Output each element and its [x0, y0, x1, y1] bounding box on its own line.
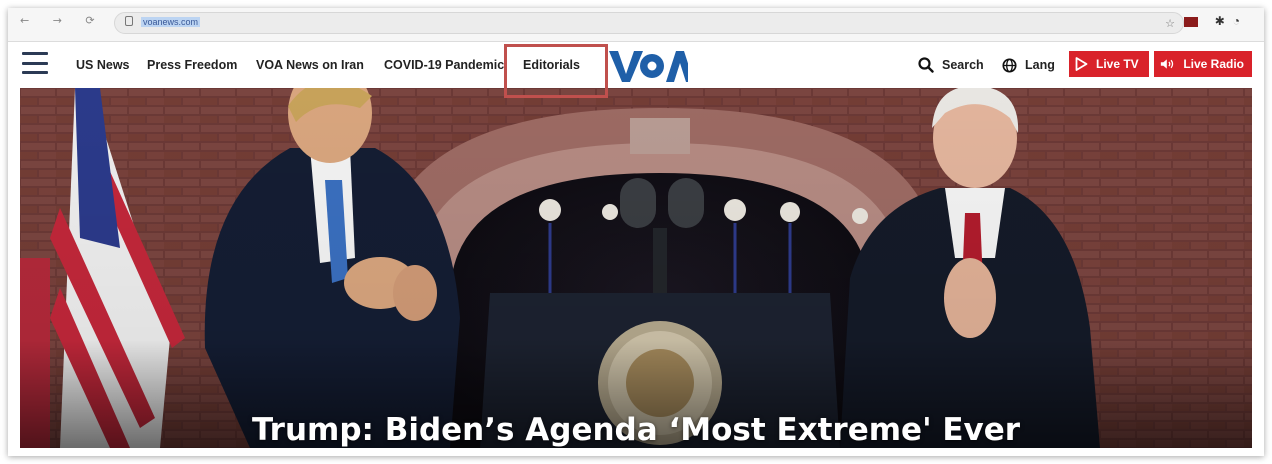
nav-voa-news-on-iran[interactable]: VOA News on Iran	[256, 58, 364, 72]
address-bar[interactable]: voanews.com ☆	[114, 12, 1184, 34]
extension-icon[interactable]	[1184, 17, 1198, 27]
live-tv-button[interactable]: Live TV	[1069, 51, 1149, 77]
search-label: Search	[942, 58, 984, 72]
live-radio-label: Live Radio	[1183, 57, 1244, 71]
nav-press-freedom[interactable]: Press Freedom	[147, 58, 237, 72]
browser-toolbar: ← → ⟳ ⌂ voanews.com ☆ ✱◔	[8, 8, 1264, 42]
lock-icon	[125, 16, 133, 26]
speaker-icon	[1160, 59, 1174, 69]
site-header: US News Press Freedom VOA News on Iran C…	[20, 42, 1252, 98]
nav-editorials[interactable]: Editorials	[523, 58, 580, 72]
screenshot-frame: ← → ⟳ ⌂ voanews.com ☆ ✱◔ US News Press F…	[8, 8, 1264, 456]
bookmark-star-icon[interactable]: ☆	[1165, 15, 1175, 33]
browser-extension-icons[interactable]: ✱◔	[1215, 14, 1248, 28]
hero-photo	[20, 88, 1252, 448]
lang-label: Lang	[1025, 58, 1055, 72]
hero-image[interactable]: Trump: Biden’s Agenda ‘Most Extreme' Eve…	[20, 88, 1252, 448]
url-text: voanews.com	[141, 17, 201, 27]
hero-headline[interactable]: Trump: Biden’s Agenda ‘Most Extreme' Eve…	[20, 412, 1252, 448]
language-button[interactable]: Lang	[1002, 52, 1055, 78]
voa-logo[interactable]	[608, 48, 688, 84]
live-tv-label: Live TV	[1096, 57, 1139, 71]
search-button[interactable]: Search	[918, 52, 984, 78]
nav-us-news[interactable]: US News	[76, 58, 130, 72]
search-icon	[918, 57, 934, 73]
nav-covid-19-pandemic[interactable]: COVID-19 Pandemic	[384, 58, 504, 72]
globe-icon	[1002, 57, 1017, 73]
play-icon	[1075, 57, 1088, 71]
live-radio-button[interactable]: Live Radio	[1154, 51, 1252, 77]
menu-icon[interactable]	[22, 52, 48, 74]
